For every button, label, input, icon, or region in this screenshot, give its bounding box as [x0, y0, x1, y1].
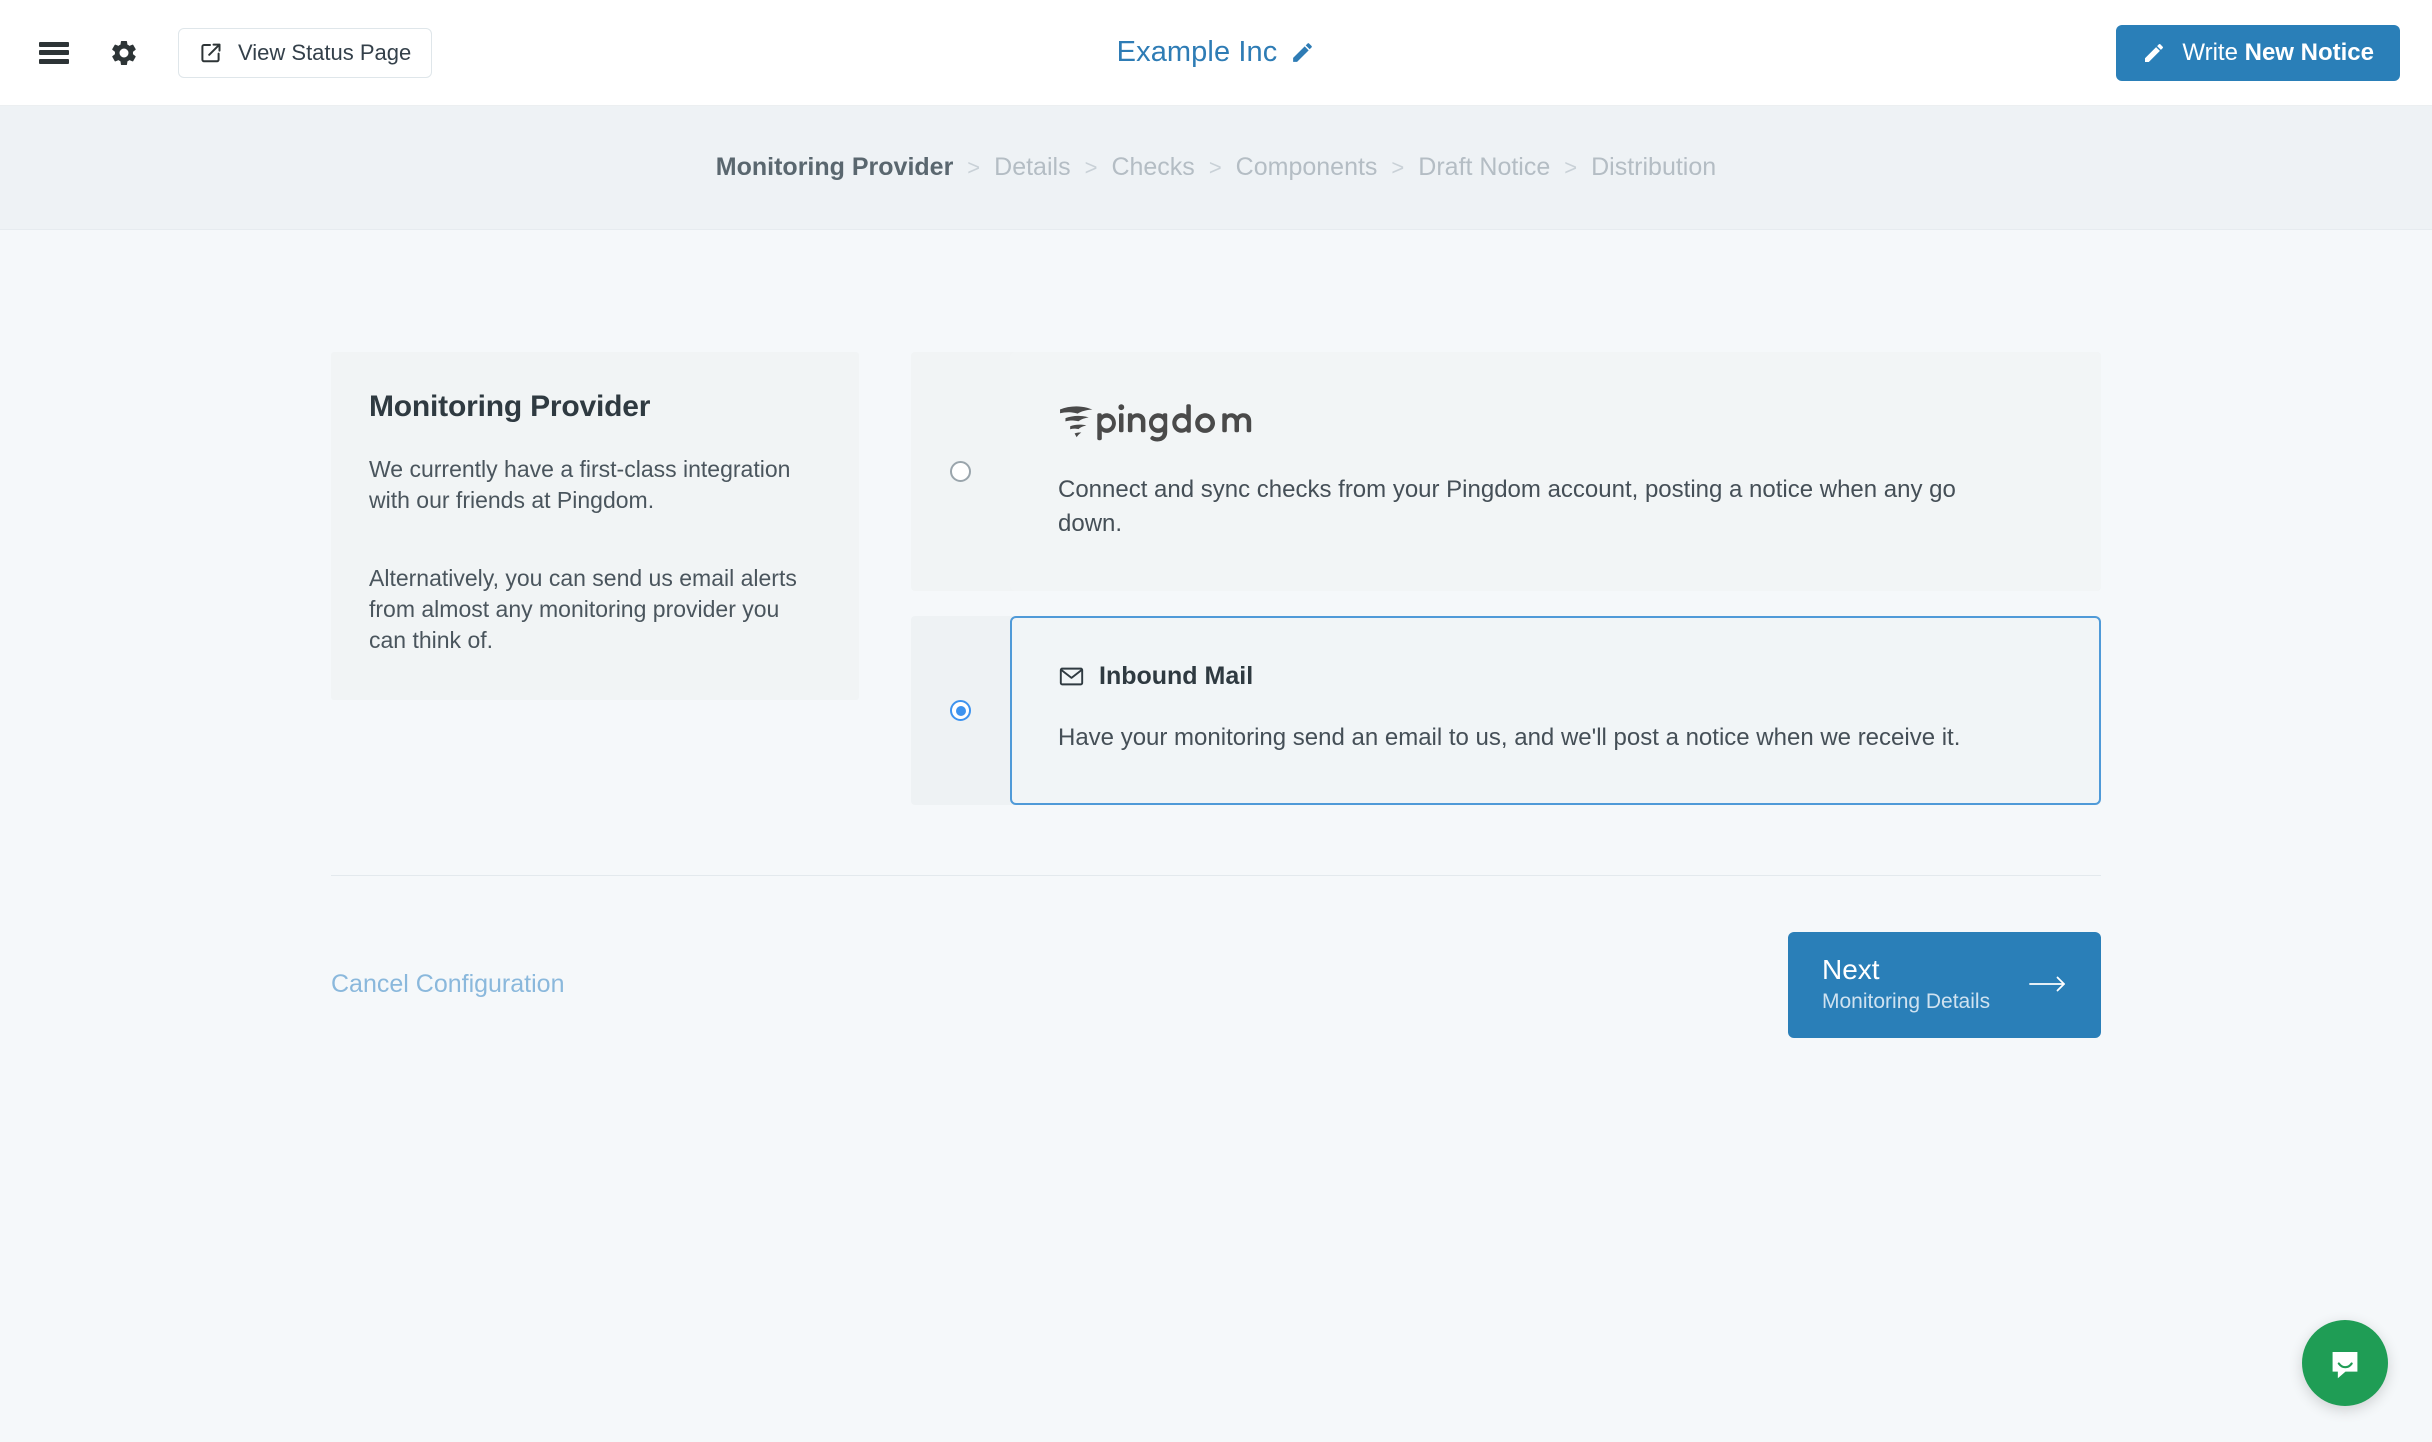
info-card-paragraph-2: Alternatively, you can send us email ale… [369, 564, 797, 654]
write-new-notice-button[interactable]: Write New Notice [2116, 24, 2400, 81]
organization-name[interactable]: Example Inc [1117, 36, 1278, 69]
top-header-bar: View Status Page Example Inc Write New N… [0, 0, 2432, 106]
breadcrumb-band: Monitoring Provider > Details > Checks >… [0, 106, 2432, 230]
breadcrumb-item-checks[interactable]: Checks [1111, 153, 1194, 182]
cancel-configuration-link[interactable]: Cancel Configuration [331, 970, 564, 999]
arrow-right-icon [2029, 974, 2067, 994]
option-card-inbound-mail[interactable]: Inbound Mail Have your monitoring send a… [1010, 616, 2101, 806]
external-link-icon [199, 41, 223, 65]
breadcrumb-separator: > [1564, 154, 1578, 180]
menu-button[interactable] [32, 31, 76, 75]
pencil-icon [2142, 41, 2166, 65]
monitoring-provider-options: Connect and sync checks from your Pingdo… [911, 352, 2101, 806]
option-label-inbound-mail: Inbound Mail [1099, 662, 1254, 691]
info-card-title: Monitoring Provider [369, 390, 651, 423]
radio-inbound-mail[interactable] [950, 700, 971, 722]
breadcrumb-separator: > [1391, 154, 1405, 180]
two-column-layout: Monitoring Provider We currently have a … [331, 352, 2101, 806]
breadcrumb-separator: > [1208, 154, 1222, 180]
write-notice-prefix: Write [2182, 38, 2245, 66]
settings-button[interactable] [102, 31, 146, 75]
option-row-inbound-mail[interactable]: Inbound Mail Have your monitoring send a… [911, 616, 2101, 806]
breadcrumb-item-details[interactable]: Details [994, 153, 1070, 182]
gear-icon [109, 38, 139, 68]
next-button[interactable]: Next Monitoring Details [1788, 932, 2101, 1038]
radio-cell-inbound-mail[interactable] [911, 616, 1010, 805]
breadcrumb-separator: > [967, 154, 981, 180]
next-button-primary-label: Next [1822, 954, 1880, 986]
view-status-page-button[interactable]: View Status Page [178, 27, 433, 78]
info-card-paragraph-1: We currently have a first-class integrat… [369, 456, 791, 514]
write-notice-bold: New Notice [2244, 38, 2374, 66]
breadcrumb-item-draft-notice[interactable]: Draft Notice [1418, 153, 1550, 182]
footer-actions: Cancel Configuration Next Monitoring Det… [331, 876, 2101, 1038]
breadcrumb: Monitoring Provider > Details > Checks >… [716, 153, 1716, 182]
breadcrumb-item-components[interactable]: Components [1236, 153, 1378, 182]
hamburger-icon [39, 41, 69, 64]
next-button-secondary-label: Monitoring Details [1822, 989, 1991, 1013]
header-left-group: View Status Page [32, 27, 433, 78]
next-button-text-group: Next Monitoring Details [1822, 954, 1993, 1013]
envelope-icon [1058, 663, 1085, 690]
radio-cell-pingdom[interactable] [911, 352, 1010, 591]
content-wrapper: Monitoring Provider We currently have a … [331, 230, 2101, 806]
radio-pingdom[interactable] [950, 461, 971, 483]
pencil-icon[interactable] [1290, 40, 1315, 65]
option-header-inbound-mail: Inbound Mail [1058, 662, 2053, 691]
option-description-pingdom: Connect and sync checks from your Pingdo… [1058, 476, 1956, 538]
write-new-notice-label: Write New Notice [2182, 39, 2374, 67]
chat-launcher-button[interactable] [2302, 1320, 2388, 1406]
chat-bubble-icon [2324, 1342, 2366, 1384]
pingdom-logo [1058, 398, 2053, 447]
option-description-inbound-mail: Have your monitoring send an email to us… [1058, 724, 1961, 752]
breadcrumb-item-monitoring-provider[interactable]: Monitoring Provider [716, 153, 954, 182]
breadcrumb-separator: > [1084, 154, 1098, 180]
monitoring-provider-info-card: Monitoring Provider We currently have a … [331, 352, 859, 701]
header-right-group: Write New Notice [2116, 24, 2400, 81]
option-row-pingdom[interactable]: Connect and sync checks from your Pingdo… [911, 352, 2101, 592]
organization-title-group[interactable]: Example Inc [1117, 36, 1316, 69]
option-card-pingdom[interactable]: Connect and sync checks from your Pingdo… [1010, 352, 2101, 592]
main-content: Monitoring Provider We currently have a … [0, 230, 2432, 1038]
breadcrumb-item-distribution[interactable]: Distribution [1591, 153, 1716, 182]
view-status-page-label: View Status Page [238, 39, 412, 65]
